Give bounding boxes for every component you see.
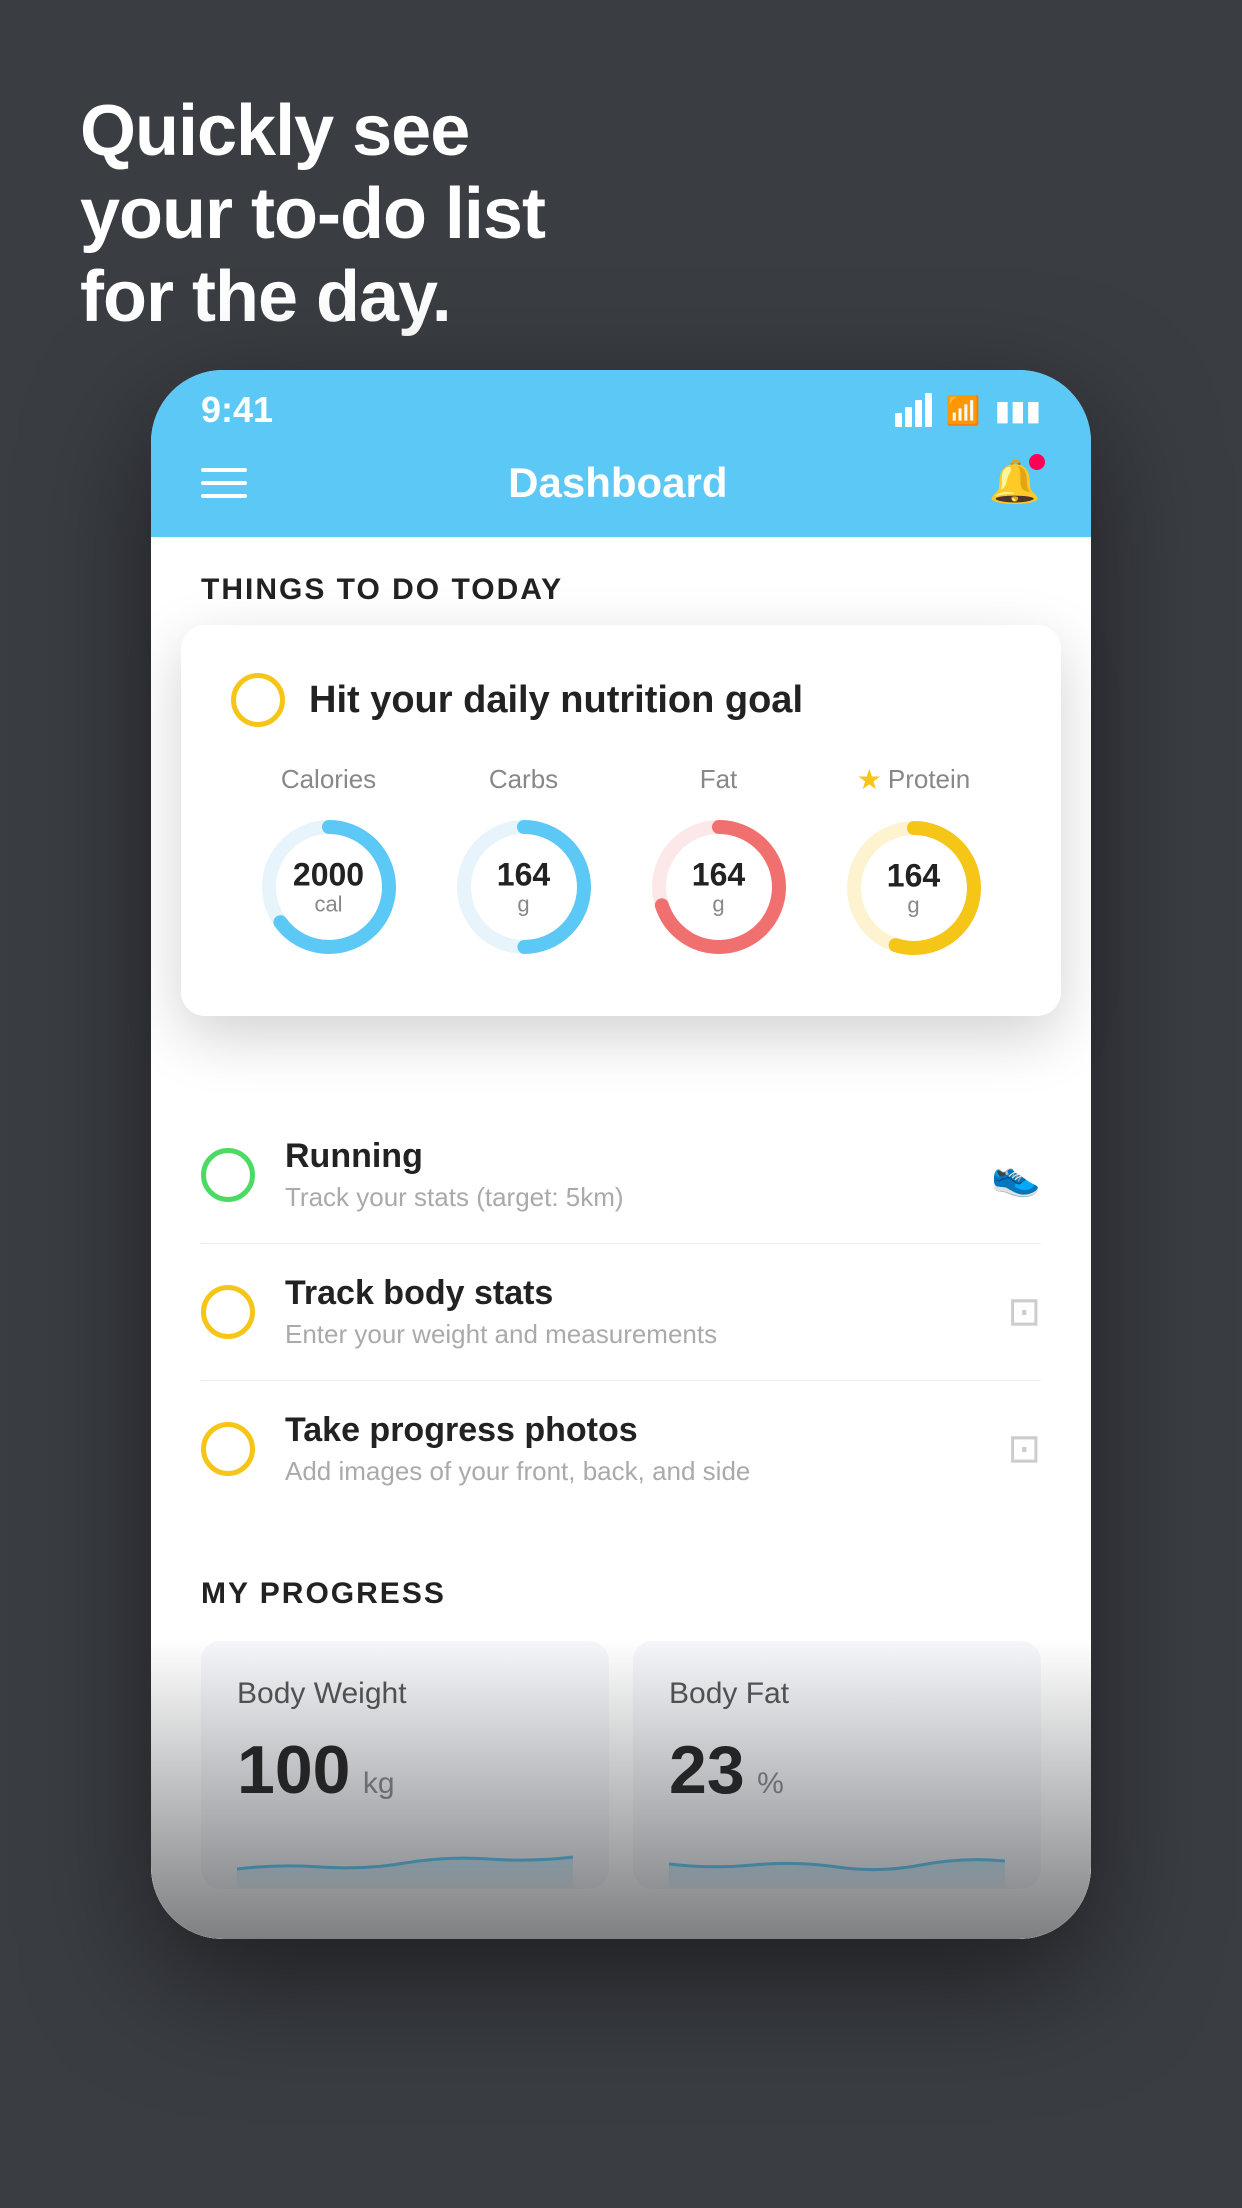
progress-header: MY PROGRESS: [201, 1577, 1041, 1611]
card-task-row: Hit your daily nutrition goal: [231, 673, 1011, 727]
todo-subtitle: Add images of your front, back, and side: [285, 1456, 977, 1487]
nutrition-calories: Calories 2000 cal: [249, 764, 409, 967]
fat-value: 164: [692, 857, 745, 892]
hero-line2: your to-do list: [80, 173, 545, 256]
photo-icon: ⊡: [1007, 1426, 1041, 1472]
protein-label: ★ Protein: [857, 763, 971, 796]
todo-title: Take progress photos: [285, 1411, 977, 1450]
carbs-donut: 164 g: [444, 807, 604, 967]
fat-donut: 164 g: [639, 807, 799, 967]
body-weight-label: Body Weight: [237, 1677, 573, 1711]
phone-frame: 9:41 📶 ▮▮▮ Dashboard 🔔 THINGS TO DO TO: [151, 370, 1091, 1939]
todo-title: Running: [285, 1137, 961, 1176]
body-weight-unit: kg: [363, 1767, 395, 1800]
nutrition-carbs: Carbs 164 g: [444, 764, 604, 967]
calories-donut: 2000 cal: [249, 807, 409, 967]
calories-value: 2000: [293, 857, 364, 892]
todo-subtitle: Enter your weight and measurements: [285, 1319, 977, 1350]
hero-text: Quickly see your to-do list for the day.: [80, 90, 545, 338]
nutrition-row: Calories 2000 cal Carbs: [231, 763, 1011, 968]
carbs-label: Carbs: [489, 764, 558, 795]
battery-icon: ▮▮▮: [995, 394, 1041, 427]
list-item[interactable]: Track body stats Enter your weight and m…: [201, 1244, 1041, 1381]
todo-text-bodystats: Track body stats Enter your weight and m…: [285, 1274, 977, 1350]
fat-unit: g: [692, 893, 745, 917]
floating-nutrition-card: Hit your daily nutrition goal Calories 2…: [181, 625, 1061, 1016]
scale-icon: ⊡: [1007, 1289, 1041, 1335]
todo-circle-photos: [201, 1422, 255, 1476]
todo-text-photos: Take progress photos Add images of your …: [285, 1411, 977, 1487]
section-header: THINGS TO DO TODAY: [151, 537, 1091, 627]
calories-unit: cal: [293, 893, 364, 917]
protein-donut: 164 g: [834, 808, 994, 968]
body-weight-chart: [237, 1829, 573, 1889]
signal-bars-icon: [895, 393, 932, 427]
body-fat-card[interactable]: Body Fat 23 %: [633, 1641, 1041, 1889]
body-fat-chart: [669, 1829, 1005, 1889]
carbs-unit: g: [497, 893, 550, 917]
wifi-icon: 📶: [946, 394, 981, 427]
nutrition-fat: Fat 164 g: [639, 764, 799, 967]
nutrition-protein: ★ Protein 164 g: [834, 763, 994, 968]
body-fat-unit: %: [757, 1767, 784, 1800]
star-icon: ★: [857, 763, 882, 796]
body-fat-value: 23: [669, 1731, 745, 1809]
body-weight-value: 100: [237, 1731, 350, 1809]
status-time: 9:41: [201, 389, 273, 431]
task-circle-nutrition: [231, 673, 285, 727]
progress-section: MY PROGRESS Body Weight 100 kg: [151, 1517, 1091, 1939]
todo-circle-running: [201, 1148, 255, 1202]
todo-title: Track body stats: [285, 1274, 977, 1313]
progress-cards: Body Weight 100 kg: [201, 1641, 1041, 1889]
list-item[interactable]: Take progress photos Add images of your …: [201, 1381, 1041, 1517]
status-bar: 9:41 📶 ▮▮▮: [151, 370, 1091, 440]
protein-value: 164: [887, 858, 940, 893]
status-icons: 📶 ▮▮▮: [895, 393, 1041, 427]
hamburger-menu-button[interactable]: [201, 468, 247, 498]
hero-line1: Quickly see: [80, 90, 545, 173]
todo-subtitle: Track your stats (target: 5km): [285, 1182, 961, 1213]
todo-list: Running Track your stats (target: 5km) 👟…: [151, 1107, 1091, 1517]
carbs-value: 164: [497, 857, 550, 892]
body-fat-label: Body Fat: [669, 1677, 1005, 1711]
running-icon: 👟: [991, 1152, 1041, 1199]
card-task-title: Hit your daily nutrition goal: [309, 679, 803, 722]
todo-circle-bodystats: [201, 1285, 255, 1339]
todo-text-running: Running Track your stats (target: 5km): [285, 1137, 961, 1213]
list-item[interactable]: Running Track your stats (target: 5km) 👟: [201, 1107, 1041, 1244]
body-weight-card[interactable]: Body Weight 100 kg: [201, 1641, 609, 1889]
nav-title: Dashboard: [508, 459, 727, 507]
nav-bar: Dashboard 🔔: [151, 440, 1091, 537]
fat-label: Fat: [700, 764, 738, 795]
notification-dot: [1029, 454, 1045, 470]
notification-bell-button[interactable]: 🔔: [989, 458, 1041, 507]
protein-unit: g: [887, 894, 940, 918]
hero-line3: for the day.: [80, 256, 545, 339]
calories-label: Calories: [281, 764, 376, 795]
